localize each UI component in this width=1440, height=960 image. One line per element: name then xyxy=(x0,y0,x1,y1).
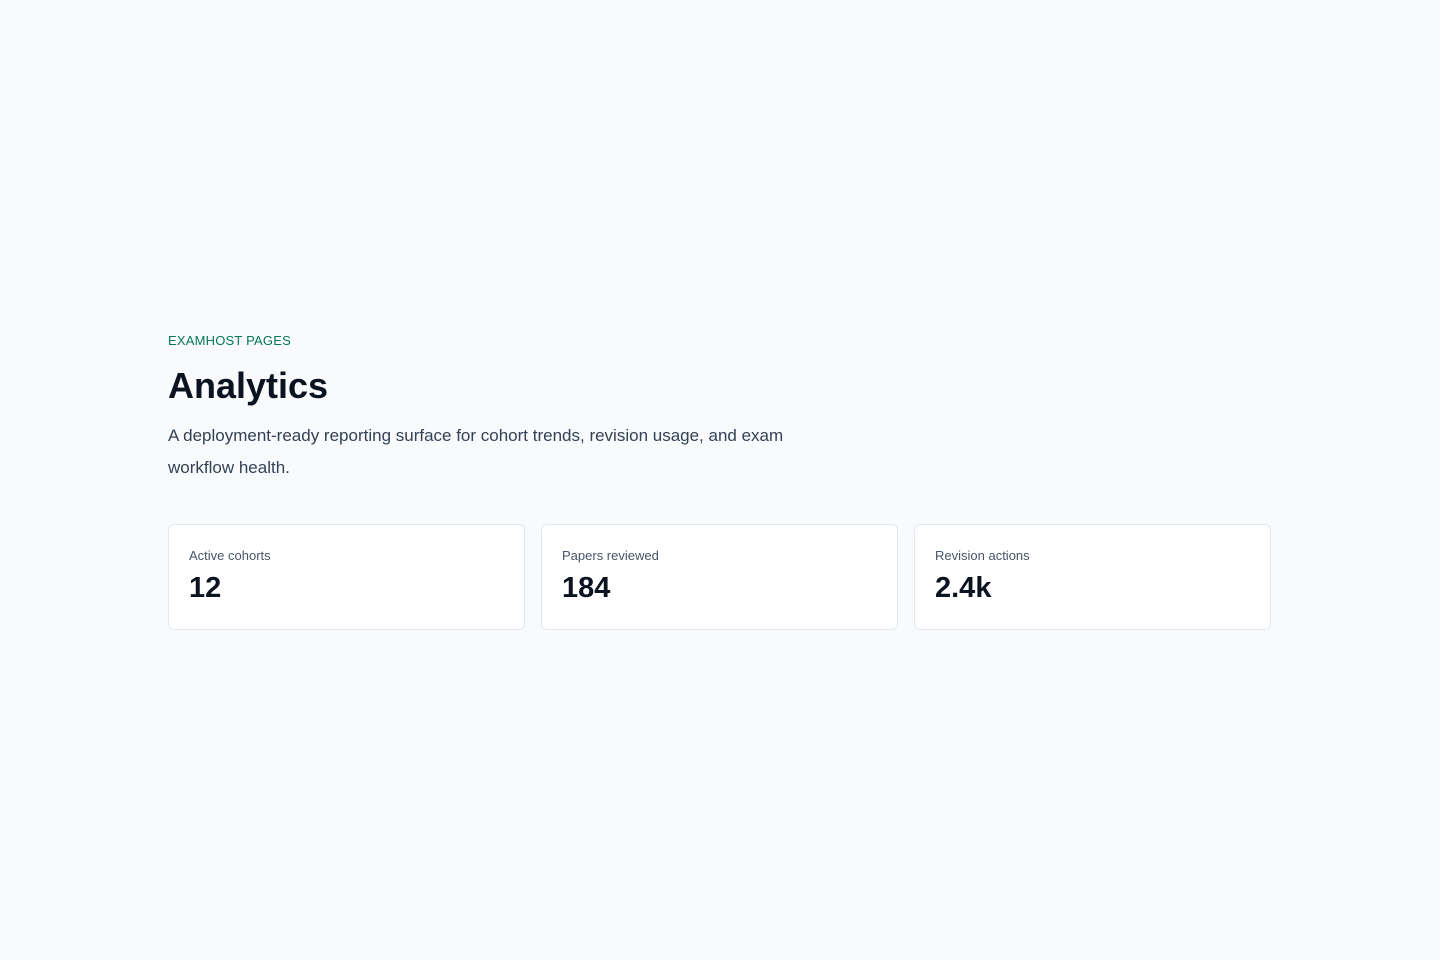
stat-label: Papers reviewed xyxy=(562,548,659,563)
stats-row: Active cohorts 12 Papers reviewed 184 Re… xyxy=(168,524,1272,630)
stat-value: 12 xyxy=(189,572,222,604)
stat-card-active-cohorts: Active cohorts 12 xyxy=(168,524,525,630)
analytics-page: EXAMHOST PAGES Analytics A deployment-re… xyxy=(168,332,1272,630)
section-eyebrow: EXAMHOST PAGES xyxy=(168,333,291,348)
page-title: Analytics xyxy=(168,365,329,406)
page-description: A deployment-ready reporting surface for… xyxy=(168,426,784,477)
stat-label: Revision actions xyxy=(935,548,1030,563)
stat-label: Active cohorts xyxy=(189,548,271,563)
stat-card-revision-actions: Revision actions 2.4k xyxy=(914,524,1271,630)
stat-value: 184 xyxy=(562,572,611,604)
stat-value: 2.4k xyxy=(935,572,992,604)
stat-card-papers-reviewed: Papers reviewed 184 xyxy=(541,524,898,630)
